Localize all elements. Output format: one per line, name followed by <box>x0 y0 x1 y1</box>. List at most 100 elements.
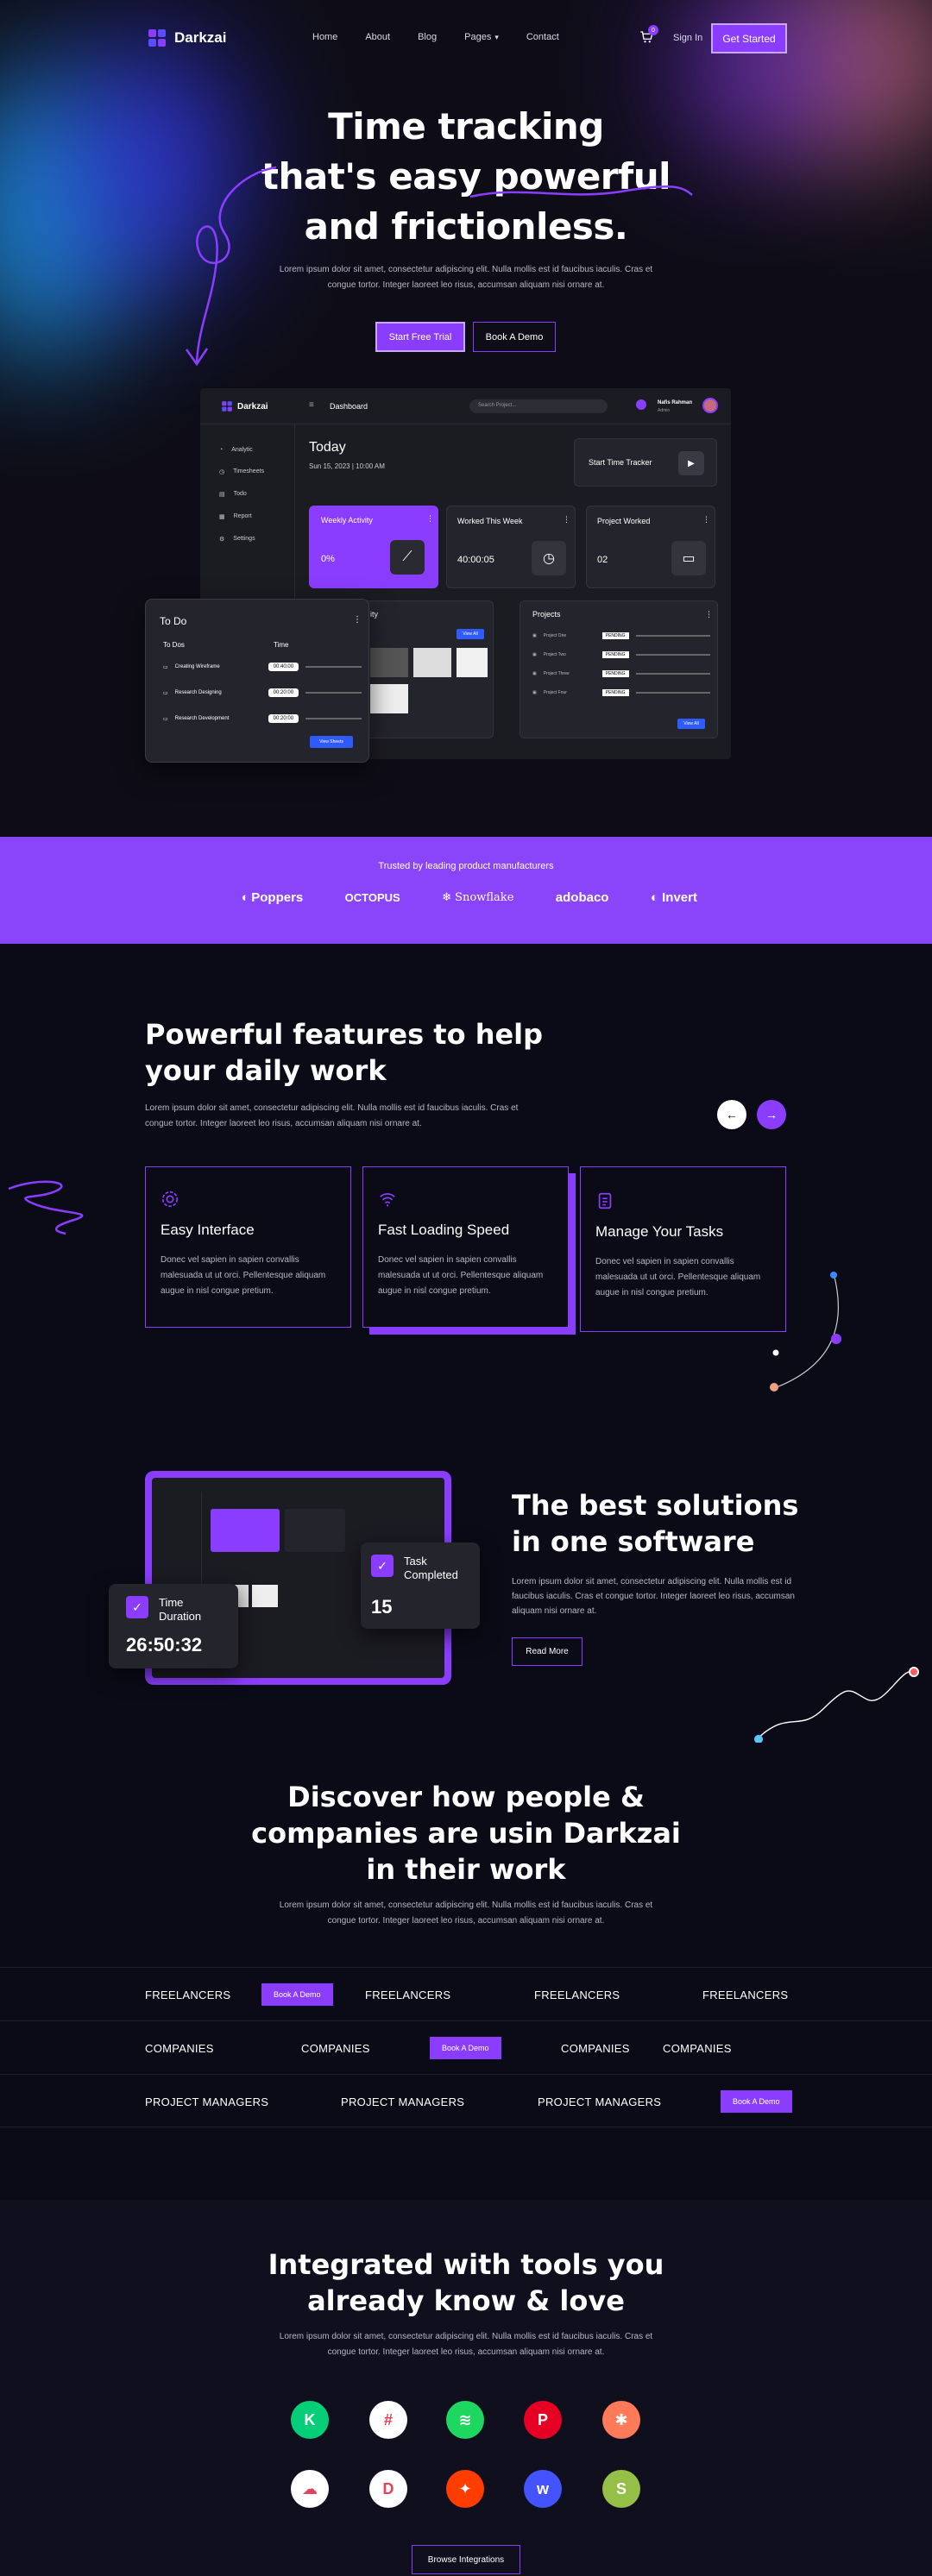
marquee-text: COMPANIES <box>301 2042 370 2055</box>
todo-row: ▭ Research Designing 00:20:00 <box>163 686 362 700</box>
craft-icon[interactable]: ✦ <box>446 2470 484 2508</box>
todo-name: Research Development <box>174 716 230 721</box>
play-icon[interactable]: ▶ <box>678 451 704 475</box>
project-worked-value: 02 <box>597 555 608 565</box>
analytic-icon: ◔ <box>219 447 224 453</box>
view-all-button[interactable]: View All <box>677 719 705 729</box>
time-tracker-card[interactable]: Start Time Tracker ▶ <box>574 438 717 487</box>
hubspot-icon[interactable]: ✱ <box>602 2401 640 2439</box>
todo-name: Research Designing <box>174 690 222 695</box>
folder-icon: ▭ <box>671 541 706 575</box>
screenshot-thumb <box>370 648 408 677</box>
salesforce-icon[interactable]: ☁ <box>291 2470 329 2508</box>
shopify-icon-glyph: S <box>615 2479 627 2497</box>
cart-button[interactable]: 0 <box>639 25 658 48</box>
marquee-text: COMPANIES <box>663 2042 732 2055</box>
book-demo-button[interactable]: Book A Demo <box>473 322 556 352</box>
feature-card: Easy Interface Donec vel sapien in sapie… <box>145 1166 351 1328</box>
marquee-text: FREELANCERS <box>534 1989 620 2001</box>
wifi-icon <box>380 1193 395 1207</box>
dashboard-header-title: Dashboard <box>330 402 368 411</box>
todo-time: 00:40:00 <box>268 663 299 671</box>
features-subtitle-line1: Lorem ipsum dolor sit amet, consectetur … <box>145 1103 519 1113</box>
book-demo-pill[interactable]: Book A Demo <box>261 1983 333 2006</box>
worked-week-value: 40:00:05 <box>457 555 494 565</box>
sign-in-link[interactable]: Sign In <box>673 33 702 43</box>
mini-thumb <box>252 1585 278 1607</box>
get-started-button[interactable]: Get Started <box>711 23 787 53</box>
features-title-line1: Powerful features to help <box>145 1018 544 1051</box>
nav-pages[interactable]: Pages ▾ <box>464 32 499 42</box>
invert-icon: ◐ <box>650 890 663 905</box>
sidebar-item-timesheets[interactable]: Timesheets <box>233 468 264 475</box>
sidebar-item-settings[interactable]: Settings <box>233 536 255 543</box>
nav-blog[interactable]: Blog <box>418 32 437 42</box>
sidebar-item-report[interactable]: Report <box>234 513 252 520</box>
nav-contact[interactable]: Contact <box>526 32 559 42</box>
start-free-trial-button[interactable]: Start Free Trial <box>375 322 465 352</box>
wave-decoration <box>754 1667 919 1743</box>
task-completed-card: ✓ Task Completed 15 <box>361 1542 480 1629</box>
webflow-icon[interactable]: w <box>524 2470 562 2508</box>
view-all-button[interactable]: View All <box>457 629 484 639</box>
menu-icon[interactable]: ≡ <box>309 400 314 410</box>
browse-integrations-button[interactable]: Browse Integrations <box>412 2545 520 2574</box>
dashboard-sidebar-list: ◔ Analytic ◷ Timesheets ▤ Todo ▦ Report ⚙ Set… <box>219 447 264 543</box>
dashboard-user-role: Admin <box>658 408 671 413</box>
integrations-title: Integrated with tools you already know &… <box>207 2246 725 2319</box>
kickstarter-icon[interactable]: K <box>291 2401 329 2439</box>
spotify-icon[interactable]: ≋ <box>446 2401 484 2439</box>
nav-home[interactable]: Home <box>312 32 337 42</box>
book-demo-pill[interactable]: Book A Demo <box>430 2037 501 2059</box>
worked-week-title: Worked This Week <box>457 517 523 525</box>
discover-subtitle-line1: Lorem ipsum dolor sit amet, consectetur … <box>279 1901 653 1910</box>
brand-logo[interactable]: Darkzai <box>147 28 226 48</box>
read-more-button[interactable]: Read More <box>512 1637 582 1666</box>
more-icon[interactable]: ⋮ <box>353 615 362 625</box>
dashboard-brand: Darkzai <box>221 400 268 412</box>
book-demo-pill[interactable]: Book A Demo <box>721 2090 792 2113</box>
spotify-icon-glyph: ≋ <box>458 2410 472 2428</box>
logo-icon <box>148 29 166 47</box>
next-arrow-button[interactable]: → <box>757 1100 786 1129</box>
dropbox-icon[interactable]: D <box>369 2470 407 2508</box>
todo-row: ▭ Research Development 00:20:00 <box>163 712 362 726</box>
projects-list: ▣ Project One PENDING ▣ Project Two PENDING … <box>532 632 710 696</box>
view-sheets-button[interactable]: View Sheets <box>310 736 353 748</box>
prev-arrow-button[interactable]: ← <box>717 1100 746 1129</box>
more-icon[interactable]: ⋮ <box>563 515 570 525</box>
marquee-text: FREELANCERS <box>145 1989 231 2001</box>
screenshot-thumb <box>370 684 408 713</box>
weekly-activity-title: Weekly Activity <box>321 516 373 525</box>
pinterest-icon[interactable]: P <box>524 2401 562 2439</box>
more-icon[interactable]: ⋮ <box>705 610 713 619</box>
project-worked-card: Project Worked ⋮ 02 ▭ <box>586 506 715 588</box>
dashboard-date: Sun 15, 2023 | 10:00 AM <box>309 462 385 470</box>
more-icon[interactable]: ⋮ <box>702 515 710 525</box>
avatar[interactable] <box>702 398 718 413</box>
salesforce-icon-glyph: ☁ <box>302 2479 318 2497</box>
bell-icon[interactable] <box>636 399 646 410</box>
slack-icon[interactable]: # <box>369 2401 407 2439</box>
solutions-title-line1: The best solutions <box>512 1489 799 1522</box>
slack-icon-glyph: # <box>383 2410 393 2428</box>
hero-title: Time tracking that's easy powerful and f… <box>207 102 725 252</box>
discover-title-line1: Discover how people & <box>287 1781 645 1813</box>
screenshot-thumb <box>413 648 451 677</box>
sidebar-item-todo[interactable]: Todo <box>234 491 247 498</box>
file-icon: ▭ <box>163 716 168 722</box>
logo-poppers-text: Poppers <box>251 890 304 905</box>
logo-snowflake-text: Snowflake <box>455 891 514 904</box>
project-badge: PENDING <box>601 651 629 658</box>
sidebar-item-analytic[interactable]: Analytic <box>231 447 253 453</box>
trusted-logos: ◖ Poppers OCTOPUS ❄ Snowflake adobaco ◐ … <box>240 890 697 905</box>
project-name: Project Two <box>543 652 566 657</box>
shopify-icon[interactable]: S <box>602 2470 640 2508</box>
nav-about[interactable]: About <box>365 32 390 42</box>
features-title: Powerful features to help your daily wor… <box>145 1016 594 1089</box>
dashboard-search-input[interactable]: Search Project... <box>469 399 608 413</box>
hubspot-icon-glyph: ✱ <box>614 2410 628 2428</box>
more-icon[interactable]: ⋮ <box>426 514 434 524</box>
features-title-line2: your daily work <box>145 1054 387 1087</box>
marquee-text: PROJECT MANAGERS <box>341 2095 465 2108</box>
